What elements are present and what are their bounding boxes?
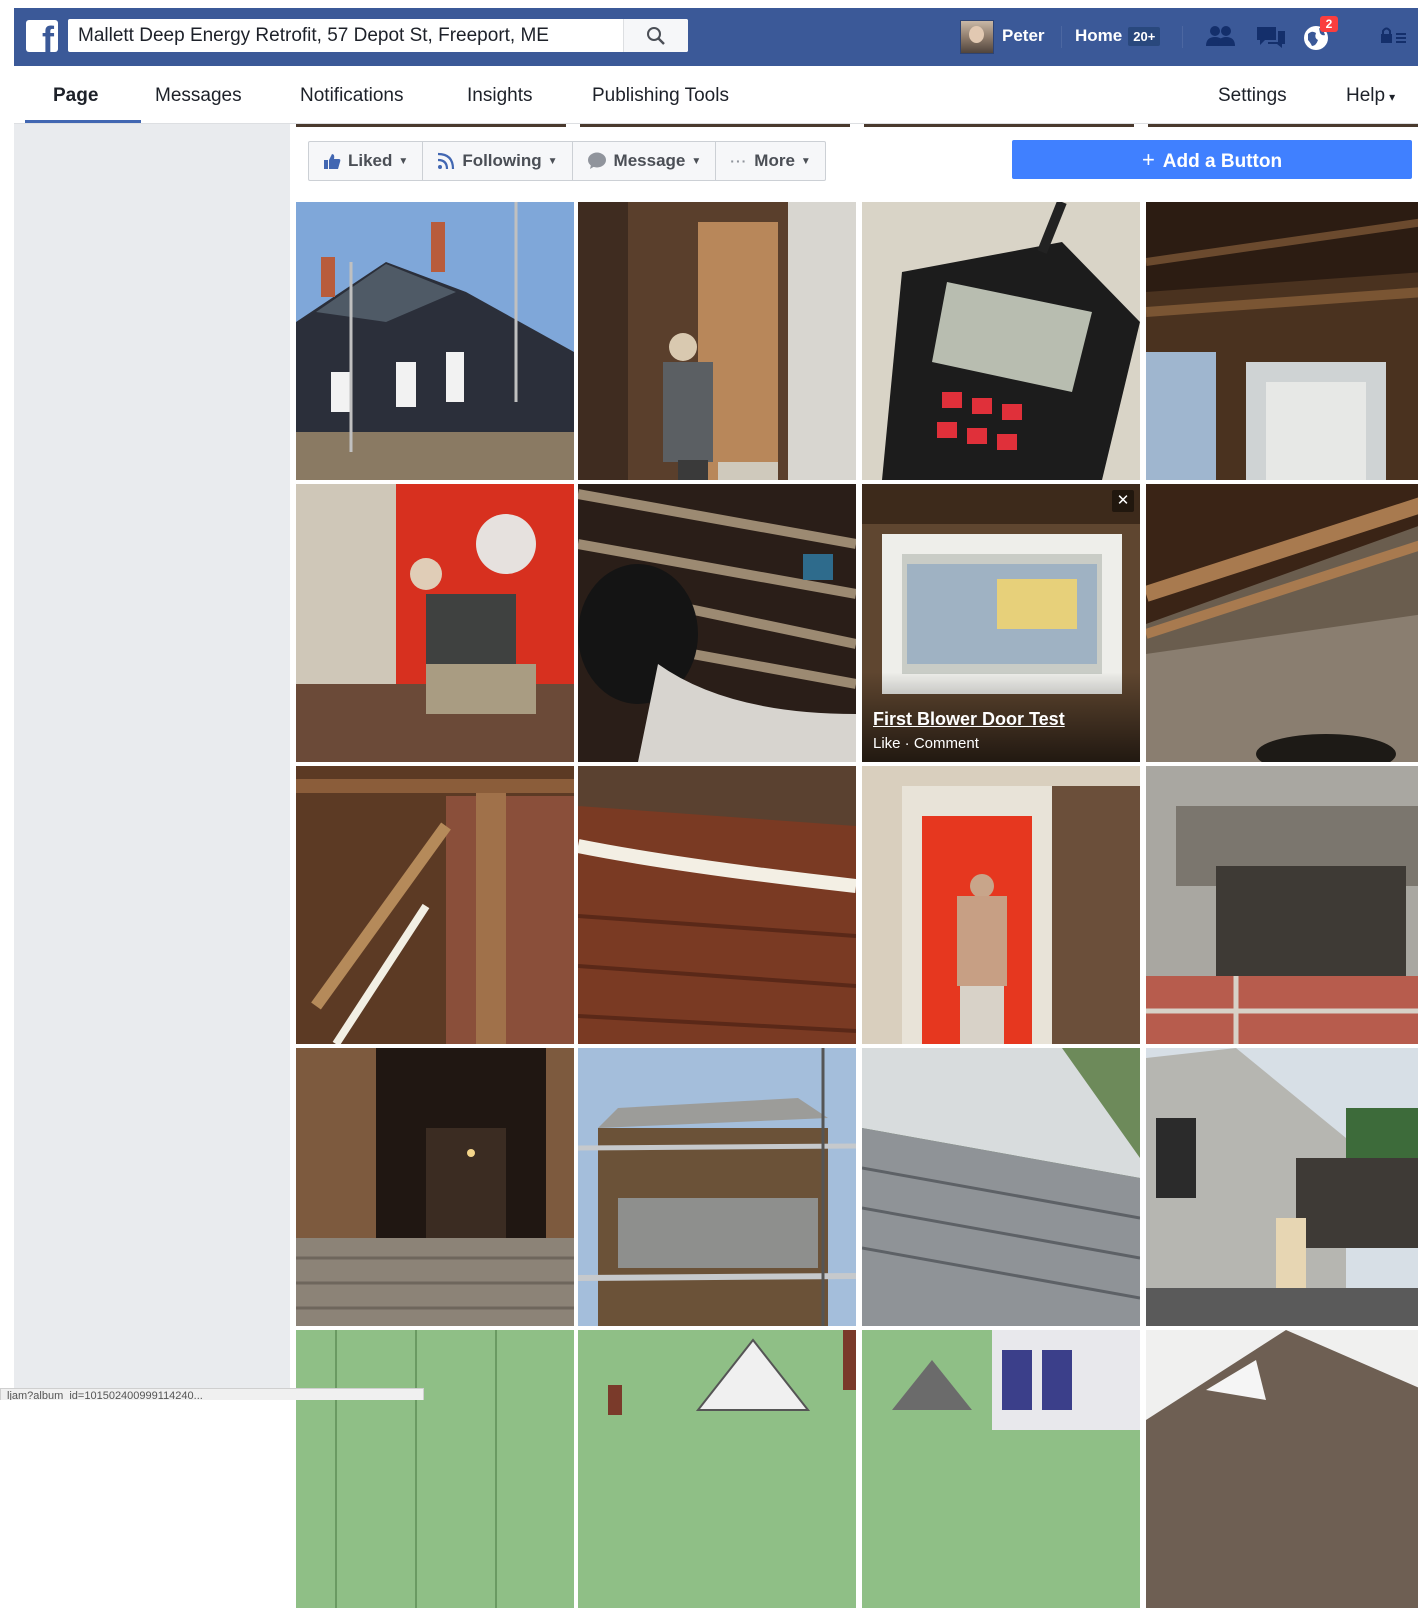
home-link[interactable]: Home 20+ [1075,20,1161,52]
messenger-icon [587,152,606,169]
tab-notifications[interactable]: Notifications [300,66,404,126]
search-button[interactable] [623,19,688,52]
rss-feed-icon [438,152,455,170]
tab-insights[interactable]: Insights [467,66,532,126]
photo-thumbnail-highlighted[interactable]: ✕ First Blower Door Test Like · Comment [862,484,1140,762]
photo-thumbnail[interactable] [578,202,856,480]
roof-edge-photo [862,1048,1140,1326]
pressure-gauge-photo [862,202,1140,480]
photo-thumbnail[interactable] [296,1048,574,1326]
worker-wall-photo [578,202,856,480]
rotted-sill-photo [1146,766,1418,1044]
page-action-bar: Liked ▼ Following ▼ Message ▼ ··· More ▼ [308,141,826,181]
following-button[interactable]: Following ▼ [423,142,573,180]
photo-thumbnail[interactable] [578,1330,856,1608]
dropdown-arrow-icon: ▼ [691,155,702,167]
lock-icon [1381,27,1406,43]
attic-joists-photo [578,484,856,762]
blower-door-worker-photo [296,484,574,762]
photo-thumbnail[interactable] [296,484,574,762]
photo-thumbnail[interactable] [1146,1330,1418,1608]
avatar [960,20,994,54]
privacy-shortcuts-button[interactable] [1378,22,1418,52]
tab-publishing-tools[interactable]: Publishing Tools [592,66,729,126]
add-button-label: Add a Button [1162,151,1283,172]
page-navigation: Page Messages Notifications Insights Pub… [14,66,1418,124]
close-icon[interactable]: ✕ [1112,490,1134,512]
top-navigation-bar: f Mallett Deep Energy Retrofit, 57 Depot… [14,8,1418,67]
photo-thumbnail[interactable] [578,1048,856,1326]
photo-thumbnail[interactable] [1146,202,1418,480]
caret-down-icon: ▾ [1389,90,1396,104]
photo-title-link[interactable]: First Blower Door Test [873,709,1065,730]
attic-eave-photo [1146,484,1418,762]
browser-status-bar: ljam?album_id=101502400999114240... [0,1388,424,1400]
scaffold-siding-photo [578,1048,856,1326]
plus-icon: + [1141,147,1155,172]
tab-page[interactable]: Page [53,66,98,126]
photo-thumbnail[interactable] [296,766,574,1044]
following-label: Following [462,151,542,170]
tab-help[interactable]: Help ▾ [1346,66,1395,127]
photo-thumbnail[interactable] [862,766,1140,1044]
friend-requests-button[interactable] [1204,22,1238,52]
home-label: Home [1075,26,1123,45]
rendering-house-photo [578,1330,856,1608]
ellipsis-icon: ··· [730,153,748,169]
add-a-button[interactable]: + Add a Button [1012,140,1412,179]
facebook-logo-icon[interactable]: f [26,20,58,52]
rendering-photo [296,1330,574,1608]
cover-photo-edge [296,124,1418,127]
photo-thumbnail[interactable] [1146,1048,1418,1326]
photo-thumbnail[interactable] [862,1330,1140,1608]
photo-thumbnail[interactable] [1146,766,1418,1044]
photo-thumbnail[interactable] [296,1330,574,1608]
thumbs-up-icon [324,153,341,169]
divider [1061,26,1062,48]
photo-thumbnail[interactable] [862,202,1140,480]
house-side-photo [1146,1048,1418,1326]
home-count-badge: 20+ [1128,27,1161,47]
foam-sealed-board-photo [578,766,856,1044]
active-tab-indicator [25,120,141,123]
photo-thumbnail[interactable] [862,1048,1140,1326]
liked-label: Liked [348,151,393,170]
wall-opening-photo [296,1048,574,1326]
photo-thumbnail[interactable] [578,766,856,1044]
rendering-dormer-photo [862,1330,1140,1608]
divider [1182,26,1183,48]
notifications-badge: 2 [1320,16,1338,32]
more-button[interactable]: ··· More ▼ [716,142,825,180]
photo-grid: ✕ First Blower Door Test Like · Comment [296,202,1418,1608]
photo-thumbnail[interactable] [296,202,574,480]
photo-thumbnail[interactable] [1146,484,1418,762]
messages-button[interactable] [1254,22,1288,52]
foam-framing-photo [296,766,574,1044]
search-icon [647,27,665,45]
house-exterior-photo [296,202,574,480]
dropdown-arrow-icon: ▼ [398,155,409,167]
friends-icon [1206,26,1235,46]
tab-messages[interactable]: Messages [155,66,242,126]
help-label: Help [1346,85,1386,106]
photo-like-comment-links[interactable]: Like · Comment [873,735,979,752]
search-input[interactable]: Mallett Deep Energy Retrofit, 57 Depot S… [78,19,549,52]
photo-thumbnail[interactable] [578,484,856,762]
messages-icon [1257,27,1285,48]
blower-door-doorway-photo [862,766,1140,1044]
notifications-button[interactable]: 2 [1302,16,1338,52]
more-label: More [754,151,795,170]
message-label: Message [613,151,686,170]
main-content: Liked ▼ Following ▼ Message ▼ ··· More ▼ [290,124,1418,1608]
search-box[interactable]: Mallett Deep Energy Retrofit, 57 Depot S… [68,19,688,52]
rendering-roof-photo [1146,1330,1418,1608]
message-button[interactable]: Message ▼ [573,142,717,180]
left-sidebar [14,124,290,1400]
attic-window-photo [1146,202,1418,480]
liked-button[interactable]: Liked ▼ [309,142,424,180]
profile-name: Peter [1002,26,1045,45]
dropdown-arrow-icon: ▼ [547,155,558,167]
tab-settings[interactable]: Settings [1218,66,1287,126]
dropdown-arrow-icon: ▼ [800,155,811,167]
